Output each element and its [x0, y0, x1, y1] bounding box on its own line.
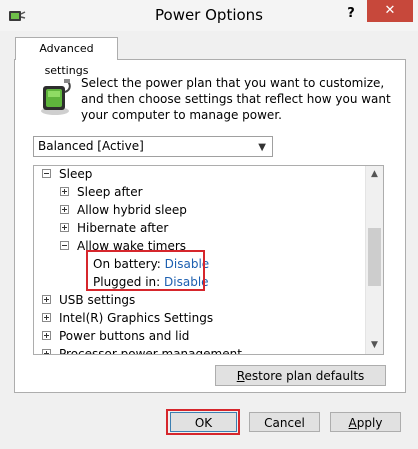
- cancel-button[interactable]: Cancel: [249, 412, 320, 432]
- tree-item-allow-hybrid-sleep[interactable]: Allow hybrid sleep: [60, 201, 187, 219]
- highlight-wake-timer-values: [86, 250, 205, 291]
- expand-icon[interactable]: [42, 349, 51, 354]
- scrollbar-thumb[interactable]: [368, 228, 381, 286]
- battery-plan-icon: [41, 79, 71, 115]
- plan-select[interactable]: Balanced [Active] ▼: [33, 136, 273, 157]
- restore-plan-defaults-button[interactable]: Restore plan defaults: [215, 365, 386, 386]
- settings-tree: Sleep Sleep after Allow hybrid sleep Hib…: [33, 165, 384, 355]
- tree-item-sleep[interactable]: Sleep: [42, 166, 92, 183]
- tree-item-usb-settings[interactable]: USB settings: [42, 291, 135, 309]
- tree-item-sleep-after[interactable]: Sleep after: [60, 183, 143, 201]
- apply-button[interactable]: Apply: [330, 412, 401, 432]
- expand-icon[interactable]: [60, 205, 69, 214]
- expand-icon[interactable]: [60, 223, 69, 232]
- ok-button[interactable]: OK: [170, 412, 237, 432]
- chevron-down-icon: ▼: [258, 142, 266, 153]
- tree-item-power-buttons[interactable]: Power buttons and lid: [42, 327, 189, 345]
- tree-item-hibernate-after[interactable]: Hibernate after: [60, 219, 168, 237]
- expand-icon[interactable]: [60, 187, 69, 196]
- collapse-icon[interactable]: [42, 169, 51, 178]
- expand-icon[interactable]: [42, 295, 51, 304]
- description-text: Select the power plan that you want to c…: [81, 76, 391, 122]
- close-button[interactable]: ✕: [367, 0, 413, 22]
- title-bar: Power Options ? ✕: [0, 0, 418, 31]
- vertical-scrollbar[interactable]: ▲ ▼: [365, 166, 383, 354]
- tree-item-processor-power[interactable]: Processor power management: [42, 345, 242, 354]
- scroll-down-icon[interactable]: ▼: [366, 337, 383, 354]
- plan-select-value: Balanced [Active]: [38, 139, 144, 153]
- advanced-settings-panel: Select the power plan that you want to c…: [14, 59, 406, 393]
- expand-icon[interactable]: [42, 313, 51, 322]
- scroll-up-icon[interactable]: ▲: [366, 166, 383, 183]
- collapse-icon[interactable]: [60, 241, 69, 250]
- tab-advanced-settings[interactable]: Advanced settings: [15, 37, 118, 77]
- expand-icon[interactable]: [42, 331, 51, 340]
- tree-item-intel-graphics[interactable]: Intel(R) Graphics Settings: [42, 309, 213, 327]
- help-button[interactable]: ?: [338, 3, 364, 25]
